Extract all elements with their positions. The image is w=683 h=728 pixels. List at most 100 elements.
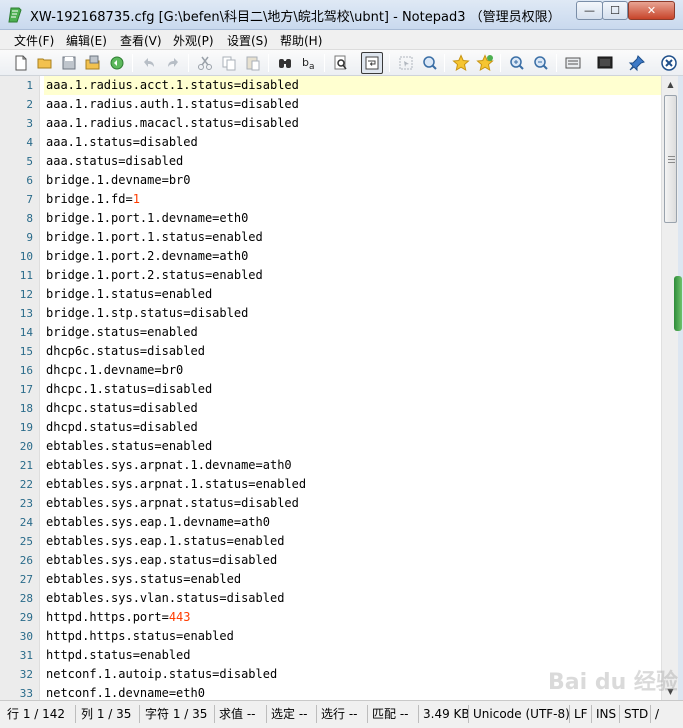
window-title: XW-192168735.cfg [G:\befen\科目二\地方\皖北驾校\u… (30, 10, 561, 25)
menu-help[interactable]: 帮助(H) (280, 32, 322, 49)
menu-settings[interactable]: 设置(S) (227, 32, 268, 49)
code-line[interactable]: 9 bridge.1.port.1.status=enabled (0, 228, 661, 247)
line-text: aaa.1.radius.acct.1.status=disabled (44, 76, 661, 95)
line-number: 29 (19, 611, 33, 624)
text-token: aaa.1.radius.auth.1.status=disabled (46, 97, 299, 111)
code-line[interactable]: 14 bridge.status=enabled (0, 323, 661, 342)
line-text: bridge.1.stp.status=disabled (44, 304, 661, 323)
watermark: Bai du 经验 (548, 670, 678, 695)
zoom-in-icon[interactable] (506, 52, 528, 74)
code-line[interactable]: 11 bridge.1.port.2.status=enabled (0, 266, 661, 285)
code-line[interactable]: 15 dhcp6c.status=disabled (0, 342, 661, 361)
scroll-up-icon[interactable]: ▲ (662, 76, 679, 93)
status-encoding[interactable]: Unicode (UTF-8) (470, 705, 573, 723)
line-text: ebtables.status=enabled (44, 437, 661, 456)
copy-icon[interactable] (218, 52, 240, 74)
open-folder-icon[interactable] (34, 52, 56, 74)
code-line[interactable]: 8 bridge.1.port.1.devname=eth0 (0, 209, 661, 228)
settings-icon[interactable] (562, 52, 584, 74)
status-char: 字符 1 / 35 (145, 707, 208, 721)
run-icon[interactable] (594, 52, 616, 74)
vertical-scrollbar[interactable]: ▲ ▼ (661, 76, 678, 700)
close-doc-icon[interactable] (658, 52, 680, 74)
revert-icon[interactable] (106, 52, 128, 74)
menu-file[interactable]: 文件(F) (14, 32, 54, 49)
maximize-button[interactable]: ☐ (602, 1, 628, 20)
code-line[interactable]: 10 bridge.1.port.2.devname=ath0 (0, 247, 661, 266)
replace-icon[interactable]: ba (298, 52, 320, 74)
text-token: bridge.1.status=enabled (46, 287, 213, 301)
find-in-files-icon[interactable] (330, 52, 352, 74)
code-line[interactable]: 18 dhcpc.status=disabled (0, 399, 661, 418)
status-column: 列 1 / 35 (81, 707, 132, 721)
code-line[interactable]: 2 aaa.1.radius.auth.1.status=disabled (0, 95, 661, 114)
notepad3-app-icon (8, 7, 22, 23)
menu-edit[interactable]: 编辑(E) (66, 32, 107, 49)
code-line[interactable]: 23 ebtables.sys.arpnat.status=disabled (0, 494, 661, 513)
cut-icon[interactable] (194, 52, 216, 74)
text-token: bridge.1.port.1.status=enabled (46, 230, 263, 244)
pin-icon[interactable] (626, 52, 648, 74)
status-file-size: 3.49 KB (423, 707, 470, 721)
menu-view[interactable]: 查看(V) (120, 32, 162, 49)
code-line[interactable]: 4 aaa.1.status=disabled (0, 133, 661, 152)
select-icon[interactable] (395, 52, 417, 74)
code-line[interactable]: 5 aaa.status=disabled (0, 152, 661, 171)
scroll-thumb[interactable] (664, 95, 677, 223)
text-token: httpd.https.status=enabled (46, 629, 234, 643)
new-file-icon[interactable] (10, 52, 32, 74)
line-number: 22 (19, 478, 33, 491)
line-text: dhcpc.1.status=disabled (44, 380, 661, 399)
code-line[interactable]: 30 httpd.https.status=enabled (0, 627, 661, 646)
text-token: netconf.1.autoip.status=disabled (46, 667, 278, 681)
code-line[interactable]: 21 ebtables.sys.arpnat.1.devname=ath0 (0, 456, 661, 475)
status-insert-mode[interactable]: INS (593, 705, 619, 723)
save-as-icon[interactable] (82, 52, 104, 74)
code-line[interactable]: 7 bridge.1.fd=1 (0, 190, 661, 209)
line-text: bridge.1.status=enabled (44, 285, 661, 304)
undo-icon[interactable] (138, 52, 160, 74)
code-line[interactable]: 16 dhcpc.1.devname=br0 (0, 361, 661, 380)
save-icon[interactable] (58, 52, 80, 74)
line-text: bridge.1.port.2.status=enabled (44, 266, 661, 285)
minimize-button[interactable]: — (576, 1, 603, 20)
text-token: dhcpd.status=disabled (46, 420, 198, 434)
menu-appearance[interactable]: 外观(P) (173, 32, 214, 49)
code-line[interactable]: 17 dhcpc.1.status=disabled (0, 380, 661, 399)
code-line[interactable]: 13 bridge.1.stp.status=disabled (0, 304, 661, 323)
zoom-find-icon[interactable] (419, 52, 441, 74)
word-wrap-icon[interactable] (361, 52, 383, 74)
redo-icon[interactable] (162, 52, 184, 74)
code-line[interactable]: 20 ebtables.status=enabled (0, 437, 661, 456)
svg-text:b: b (302, 56, 309, 69)
zoom-out-icon[interactable] (530, 52, 552, 74)
editor-area[interactable]: 1 aaa.1.radius.acct.1.status=disabled 2 aaa… (0, 76, 661, 700)
current-line[interactable]: 1 aaa.1.radius.acct.1.status=disabled (0, 76, 661, 95)
code-line[interactable]: 25 ebtables.sys.eap.1.status=enabled (0, 532, 661, 551)
add-favorite-icon[interactable] (474, 52, 496, 74)
code-line[interactable]: 24 ebtables.sys.eap.1.devname=ath0 (0, 513, 661, 532)
text-token: aaa.1.radius.acct.1.status=disabled (46, 78, 299, 92)
favorite-icon[interactable] (450, 52, 472, 74)
status-lexer[interactable]: / (652, 705, 662, 723)
status-eol[interactable]: LF (571, 705, 591, 723)
code-line[interactable]: 29 httpd.https.port=443 (0, 608, 661, 627)
line-text: ebtables.sys.arpnat.1.status=enabled (44, 475, 661, 494)
code-line[interactable]: 12 bridge.1.status=enabled (0, 285, 661, 304)
code-line[interactable]: 22 ebtables.sys.arpnat.1.status=enabled (0, 475, 661, 494)
code-line[interactable]: 19 dhcpd.status=disabled (0, 418, 661, 437)
line-text: dhcpc.1.devname=br0 (44, 361, 661, 380)
code-line[interactable]: 28 ebtables.sys.vlan.status=disabled (0, 589, 661, 608)
find-icon[interactable] (274, 52, 296, 74)
code-line[interactable]: 31 httpd.status=enabled (0, 646, 661, 665)
line-number: 14 (19, 326, 33, 339)
paste-icon[interactable] (242, 52, 264, 74)
code-line[interactable]: 3 aaa.1.radius.macacl.status=disabled (0, 114, 661, 133)
code-line[interactable]: 27 ebtables.sys.status=enabled (0, 570, 661, 589)
code-line[interactable]: 6 bridge.1.devname=br0 (0, 171, 661, 190)
close-button[interactable]: ✕ (628, 1, 675, 20)
code-line[interactable]: 26 ebtables.sys.eap.status=disabled (0, 551, 661, 570)
text-token: bridge.1.fd= (46, 192, 133, 206)
line-number: 7 (26, 193, 33, 206)
text-token: aaa.status=disabled (46, 154, 184, 168)
